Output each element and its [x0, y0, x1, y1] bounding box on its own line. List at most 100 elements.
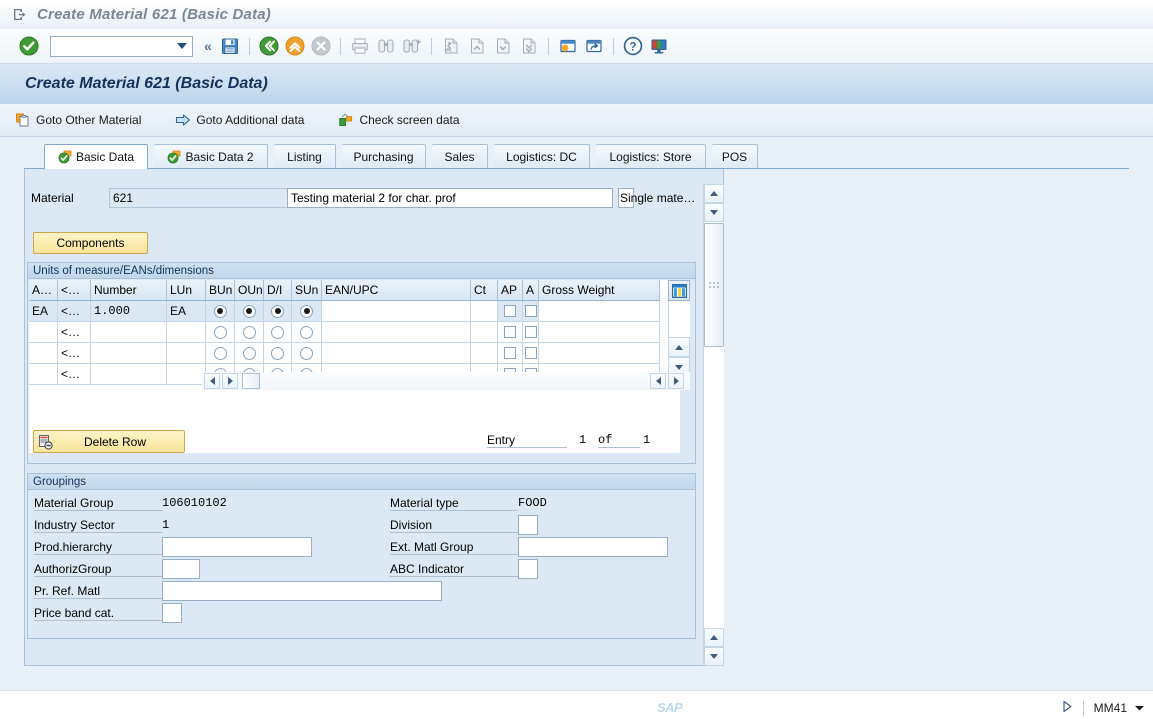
exit-up-orange-icon[interactable] [284, 35, 306, 57]
cell-ap[interactable] [498, 322, 523, 343]
tab-logistics-store[interactable]: Logistics: Store [596, 144, 706, 169]
cell-bun[interactable] [206, 343, 235, 364]
field-price-band-cat[interactable] [162, 603, 182, 623]
cell-di[interactable] [264, 322, 292, 343]
tab-basic-data[interactable]: Basic Data [44, 144, 148, 169]
cell-di[interactable] [264, 301, 292, 322]
cell-bun[interactable] [206, 301, 235, 322]
cell-sun[interactable] [292, 322, 322, 343]
cell-lun[interactable] [167, 322, 206, 343]
col-a[interactable]: A [523, 280, 539, 301]
cell-ap[interactable] [498, 301, 523, 322]
cell-ct[interactable] [471, 322, 498, 343]
checkbox[interactable] [524, 347, 537, 359]
cell-gross-weight[interactable] [539, 301, 660, 322]
tab-purchasing[interactable]: Purchasing [342, 144, 426, 169]
check-screen-data-button[interactable]: Check screen data [333, 109, 468, 132]
field-ext-matl-group[interactable] [518, 537, 668, 557]
cell-oun[interactable] [235, 343, 264, 364]
panel-scroll-up-bottom-button[interactable] [704, 628, 724, 647]
status-expand-icon[interactable] [1062, 700, 1073, 716]
radio-button[interactable] [271, 346, 284, 360]
material-description-field[interactable]: Testing material 2 for char. prof [287, 188, 613, 208]
table-row[interactable]: <… [29, 343, 680, 364]
goto-other-material-button[interactable]: Goto Other Material [10, 109, 150, 132]
cell-lun[interactable] [167, 343, 206, 364]
field-prod-hierarchy[interactable] [162, 537, 312, 557]
tab-sales[interactable]: Sales [432, 144, 488, 169]
checkbox[interactable] [524, 326, 537, 338]
cell-oun[interactable] [235, 301, 264, 322]
checkbox[interactable] [504, 347, 516, 359]
radio-button[interactable] [213, 346, 227, 360]
checkbox[interactable] [504, 305, 516, 317]
cell-di[interactable] [264, 343, 292, 364]
col-bun[interactable]: BUn [206, 280, 235, 301]
cell-arrow[interactable]: <… [58, 364, 91, 385]
col-lun[interactable]: LUn [167, 280, 206, 301]
cell-a[interactable] [523, 301, 539, 322]
hscroll-right-page-button[interactable] [650, 373, 666, 389]
table-scroll-track[interactable] [668, 301, 690, 337]
cell-number[interactable] [91, 322, 167, 343]
cell-ap[interactable] [498, 343, 523, 364]
table-row[interactable]: <… [29, 322, 680, 343]
create-shortcut-icon[interactable] [583, 35, 605, 57]
cell-sun[interactable] [292, 301, 322, 322]
col-sun[interactable]: SUn [292, 280, 322, 301]
back-green-icon[interactable] [258, 35, 280, 57]
material-field[interactable]: 621 [109, 188, 293, 208]
cell-ean[interactable] [322, 343, 471, 364]
cell-ct[interactable] [471, 343, 498, 364]
tab-listing[interactable]: Listing [274, 144, 336, 169]
components-button[interactable]: Components [33, 232, 148, 254]
chevron-down-icon[interactable] [1134, 701, 1145, 715]
cell-number[interactable] [91, 364, 167, 385]
create-session-icon[interactable] [557, 35, 579, 57]
checkbox[interactable] [524, 305, 537, 317]
panel-scroll-down-button[interactable] [704, 203, 724, 222]
cell-arrow[interactable]: <… [58, 322, 91, 343]
cell-arrow[interactable]: <… [58, 301, 91, 322]
radio-button[interactable] [271, 325, 284, 339]
field-authorizgroup[interactable] [162, 559, 200, 579]
cell-aunit[interactable] [29, 343, 58, 364]
radio-button[interactable] [300, 304, 313, 318]
table-scroll-up-button[interactable] [668, 337, 690, 357]
col-ap[interactable]: AP [498, 280, 523, 301]
hscroll-thumb[interactable] [242, 373, 260, 389]
help-question-icon[interactable]: ? [622, 35, 644, 57]
cell-gross-weight[interactable] [539, 322, 660, 343]
col-aunit[interactable]: A… [29, 280, 58, 301]
cell-ct[interactable] [471, 301, 498, 322]
tab-logistics-dc[interactable]: Logistics: DC [494, 144, 590, 169]
field-abc-indicator[interactable] [518, 559, 538, 579]
cell-number[interactable]: 1.000 [91, 301, 167, 322]
tab-basic-data-2[interactable]: Basic Data 2 [154, 144, 268, 169]
radio-button[interactable] [271, 304, 284, 318]
panel-scroll-thumb[interactable] [704, 223, 724, 347]
cell-ean[interactable] [322, 322, 471, 343]
collapse-double-chevron-icon[interactable]: « [204, 39, 212, 53]
panel-scroll-up-button[interactable] [704, 184, 724, 203]
cell-bun[interactable] [206, 322, 235, 343]
radio-button[interactable] [300, 325, 313, 339]
cell-a[interactable] [523, 322, 539, 343]
table-settings-icon[interactable] [668, 280, 690, 301]
col-di[interactable]: D/I [264, 280, 292, 301]
tab-pos[interactable]: POS [712, 144, 758, 169]
col-ct[interactable]: Ct [471, 280, 498, 301]
goto-additional-data-button[interactable]: Goto Additional data [170, 109, 313, 132]
cell-arrow[interactable]: <… [58, 343, 91, 364]
radio-button[interactable] [213, 325, 227, 339]
delete-row-button[interactable]: Delete Row [33, 430, 185, 453]
col-oun[interactable]: OUn [235, 280, 264, 301]
col-ean[interactable]: EAN/UPC [322, 280, 471, 301]
hscroll-left-page-button[interactable] [222, 373, 238, 389]
panel-vscrollbar[interactable] [703, 184, 724, 666]
radio-button[interactable] [242, 346, 256, 360]
col-number[interactable]: Number [91, 280, 167, 301]
cell-lun[interactable] [167, 364, 206, 385]
field-division[interactable] [518, 515, 538, 535]
cell-aunit[interactable]: EA [29, 301, 58, 322]
